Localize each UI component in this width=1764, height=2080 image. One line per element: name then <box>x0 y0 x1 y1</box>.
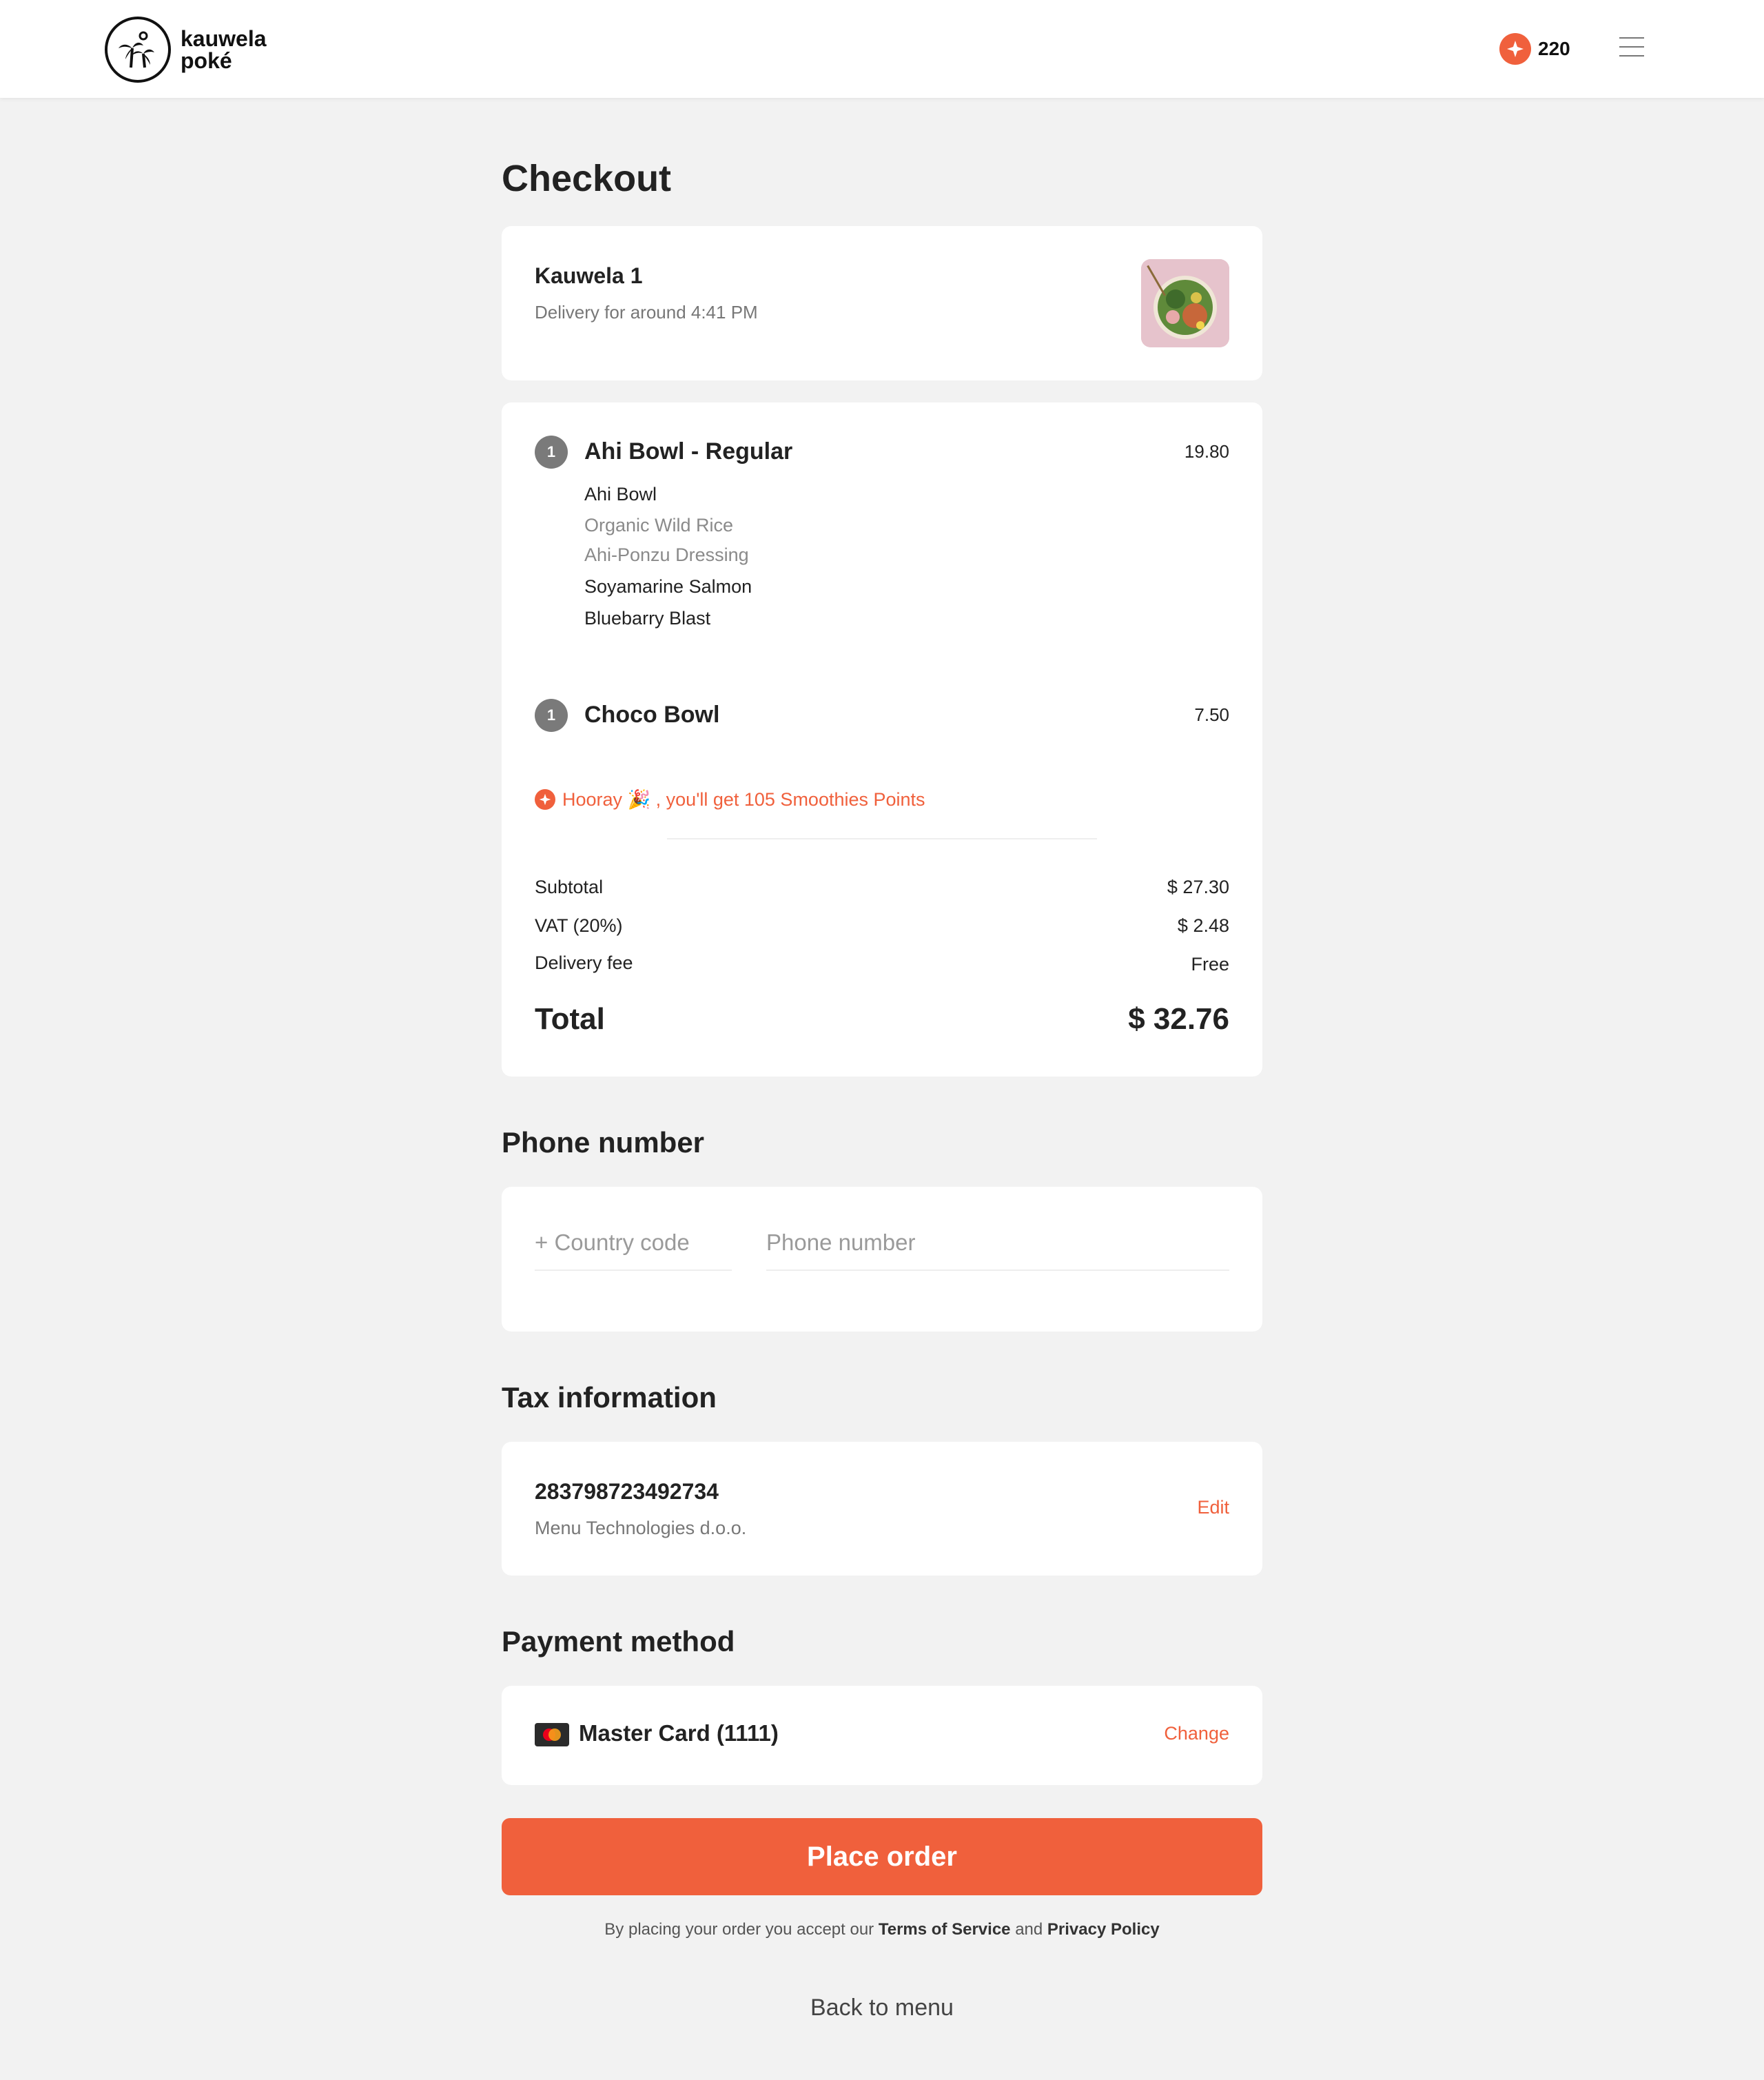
item-modifier: Bluebarry Blast <box>584 608 711 629</box>
terms-notice: By placing your order you accept our Ter… <box>502 1920 1262 1939</box>
brand-logo[interactable]: kauwela poké <box>105 17 267 83</box>
delivery-fee-label: Delivery fee <box>535 952 633 973</box>
total-label: Total <box>535 1002 605 1036</box>
quantity-badge: 1 <box>535 699 568 732</box>
total-value: $ 32.76 <box>1128 1002 1229 1036</box>
payment-section-title: Payment method <box>502 1625 735 1658</box>
item-price: 7.50 <box>1194 704 1229 725</box>
logo-line-1: kauwela <box>181 26 267 51</box>
payment-card: Master Card (1111) Change <box>502 1686 1262 1785</box>
change-payment-link[interactable]: Change <box>1164 1723 1229 1744</box>
item-modifier: Ahi Bowl <box>584 484 657 504</box>
sparkle-icon <box>1499 33 1531 65</box>
terms-of-service-link[interactable]: Terms of Service <box>879 1920 1011 1939</box>
edit-tax-link[interactable]: Edit <box>1197 1497 1229 1518</box>
phone-section-title: Phone number <box>502 1126 705 1159</box>
vat-label: VAT (20%) <box>535 915 623 936</box>
reward-notice: Hooray 🎉 , you'll get 105 Smoothies Poin… <box>535 788 925 810</box>
phone-card <box>502 1187 1262 1332</box>
points-balance[interactable]: 220 <box>1499 33 1570 65</box>
quantity-badge: 1 <box>535 436 568 469</box>
order-summary-card: 1 Ahi Bowl - Regular 19.80 Ahi Bowl Orga… <box>502 402 1262 1077</box>
reward-text: Hooray 🎉 , you'll get 105 Smoothies Poin… <box>562 789 925 810</box>
item-modifier: Soyamarine Salmon <box>584 576 752 597</box>
vat-value: $ 2.48 <box>1177 915 1229 936</box>
tax-id: 283798723492734 <box>535 1479 719 1504</box>
country-code-field <box>535 1230 732 1271</box>
mastercard-icon <box>535 1723 569 1746</box>
item-modifier: Organic Wild Rice <box>584 515 734 536</box>
place-order-button[interactable]: Place order <box>502 1818 1262 1895</box>
tax-company: Menu Technologies d.o.o. <box>535 1518 747 1538</box>
payment-card-name: Master Card (1111) <box>579 1720 779 1746</box>
poke-bowl-photo <box>1141 259 1229 347</box>
sparkle-icon <box>535 789 555 810</box>
restaurant-name: Kauwela 1 <box>535 263 643 288</box>
country-code-input[interactable] <box>535 1230 732 1256</box>
divider <box>667 838 1097 839</box>
tax-section-title: Tax information <box>502 1381 717 1414</box>
delivery-fee-value: Free <box>1191 954 1229 975</box>
terms-prefix: By placing your order you accept our <box>604 1920 874 1939</box>
points-value: 220 <box>1538 38 1570 59</box>
tax-card: 283798723492734 Menu Technologies d.o.o.… <box>502 1442 1262 1576</box>
item-price: 19.80 <box>1184 441 1229 462</box>
restaurant-card: Kauwela 1 Delivery for around 4:41 PM <box>502 226 1262 380</box>
phone-number-field <box>766 1230 1229 1271</box>
page-title: Checkout <box>502 158 672 199</box>
hamburger-menu-icon[interactable] <box>1619 37 1644 59</box>
palm-tree-icon <box>105 17 171 83</box>
terms-and: and <box>1015 1920 1043 1939</box>
delivery-eta: Delivery for around 4:41 PM <box>535 302 758 323</box>
back-to-menu-link[interactable]: Back to menu <box>502 1995 1262 2021</box>
subtotal-value: $ 27.30 <box>1167 877 1229 897</box>
item-name: Ahi Bowl - Regular <box>584 438 793 465</box>
logo-wordmark: kauwela poké <box>181 28 267 72</box>
privacy-policy-link[interactable]: Privacy Policy <box>1047 1920 1160 1939</box>
subtotal-label: Subtotal <box>535 877 604 897</box>
top-header: kauwela poké 220 <box>0 0 1764 98</box>
logo-line-2: poké <box>181 48 232 73</box>
item-name: Choco Bowl <box>584 702 720 728</box>
phone-number-input[interactable] <box>766 1230 1229 1256</box>
item-modifier: Ahi-Ponzu Dressing <box>584 544 749 565</box>
